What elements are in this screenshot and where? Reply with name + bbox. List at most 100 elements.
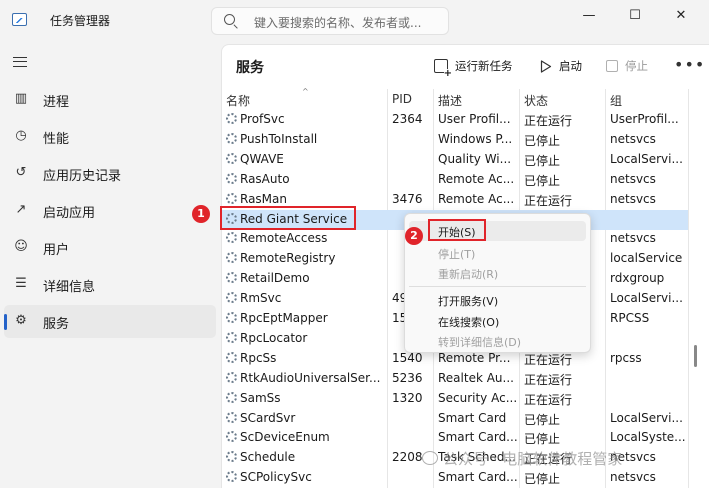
highlight-box-service bbox=[220, 206, 356, 230]
group-cell: RPCSS bbox=[610, 311, 650, 325]
service-gear-icon bbox=[226, 152, 237, 164]
group-cell: rdxgroup bbox=[610, 271, 665, 286]
service-name-cell: QWAVE bbox=[226, 152, 386, 166]
service-gear-icon bbox=[226, 312, 237, 323]
service-name-cell: RasAuto bbox=[226, 172, 386, 186]
search-input[interactable]: 键入要搜索的名称、发布者或... bbox=[254, 14, 444, 31]
sort-ascending-icon: ^ bbox=[302, 87, 309, 96]
service-gear-icon bbox=[226, 411, 237, 423]
service-name: ScDeviceEnum bbox=[240, 430, 330, 445]
service-gear-icon bbox=[226, 113, 237, 124]
status-cell: 正在运行 bbox=[524, 372, 573, 387]
service-name-cell: RpcLocator bbox=[226, 331, 386, 345]
service-name-cell: RemoteRegistry bbox=[226, 251, 386, 265]
service-name: ProfSvc bbox=[240, 112, 285, 126]
description-cell: Remote Ac... bbox=[438, 191, 515, 206]
service-gear-icon bbox=[226, 451, 237, 463]
watermark-text: 公众号 · 电脑软件教程管家 bbox=[443, 450, 623, 468]
sidebar-item-label: 性能 bbox=[43, 132, 70, 147]
maximize-button[interactable]: ☐ bbox=[612, 0, 658, 30]
sidebar-item-details[interactable]: ☰ 详细信息 bbox=[4, 268, 216, 301]
group-cell: LocalSyste... bbox=[610, 430, 686, 445]
service-name: PushToInstall bbox=[240, 131, 318, 146]
service-name-cell: ScDeviceEnum bbox=[226, 430, 386, 444]
table-row[interactable]: RtkAudioUniversalSer... 5236 Realtek Au...… bbox=[222, 369, 688, 389]
table-row[interactable]: QWAVE Quality Wi... 已停止 LocalServi... bbox=[222, 150, 688, 170]
service-name: RemoteRegistry bbox=[240, 251, 336, 266]
sidebar-item-processes[interactable]: ▥ 进程 bbox=[4, 83, 216, 116]
startup-apps-icon: ↗ bbox=[15, 202, 27, 217]
column-header-name[interactable]: 名称 bbox=[226, 92, 250, 109]
service-name-cell: RpcSs bbox=[226, 351, 386, 365]
table-row[interactable]: SCardSvr Smart Card 已停止 LocalServi... bbox=[222, 409, 688, 429]
group-cell: netsvcs bbox=[610, 191, 656, 206]
table-row[interactable]: RasAuto Remote Ac... 已停止 netsvcs bbox=[222, 170, 688, 190]
performance-icon: ◷ bbox=[15, 128, 27, 143]
service-name: RasAuto bbox=[240, 171, 290, 186]
start-button[interactable]: 启动 bbox=[540, 54, 582, 78]
sidebar-item-users[interactable]: ☺ 用户 bbox=[4, 231, 216, 264]
menu-item-label: 在线搜索(O) bbox=[438, 316, 500, 329]
table-row[interactable]: SCPolicySvc Smart Card... 已停止 netsvcs bbox=[222, 468, 688, 488]
stop-button[interactable]: 停止 bbox=[606, 54, 648, 78]
step-badge-2: 2 bbox=[405, 227, 423, 245]
service-gear-icon bbox=[226, 232, 237, 244]
column-header-status[interactable]: 状态 bbox=[524, 92, 548, 109]
status-cell: 已停止 bbox=[524, 472, 561, 487]
details-icon: ☰ bbox=[15, 276, 27, 291]
service-gear-icon bbox=[226, 272, 237, 284]
service-name-cell: ProfSvc bbox=[226, 112, 386, 126]
menu-item-restart[interactable]: 重新启动(R) bbox=[409, 263, 586, 283]
sidebar: ▥ 进程 ◷ 性能 ↺ 应用历史记录 ↗ 启动应用 ☺ 用户 ☰ 详细信息 ⚙ 服务 bbox=[0, 40, 220, 488]
table-row[interactable]: SamSs 1320 Security Ac... 正在运行 bbox=[222, 389, 688, 409]
more-options-icon[interactable]: ••• bbox=[674, 55, 705, 74]
menu-item-open-services[interactable]: 打开服务(V) bbox=[409, 290, 586, 310]
group-cell: LocalServi... bbox=[610, 410, 683, 425]
pid-cell: 1320 bbox=[392, 390, 423, 405]
column-header-pid[interactable]: PID bbox=[392, 92, 412, 106]
service-gear-icon bbox=[226, 252, 237, 264]
status-cell: 已停止 bbox=[524, 153, 561, 168]
service-gear-icon bbox=[226, 351, 237, 363]
start-label: 启动 bbox=[559, 59, 582, 73]
description-cell: Smart Card bbox=[438, 410, 507, 425]
column-divider[interactable] bbox=[688, 89, 689, 488]
hamburger-menu-icon[interactable] bbox=[13, 57, 27, 67]
sidebar-item-services[interactable]: ⚙ 服务 bbox=[4, 305, 216, 338]
table-row[interactable]: PushToInstall Windows P... 已停止 netsvcs bbox=[222, 130, 688, 150]
service-name: RpcLocator bbox=[240, 330, 308, 345]
status-cell: 正在运行 bbox=[524, 114, 573, 128]
vertical-scrollbar[interactable] bbox=[694, 345, 697, 367]
column-header-description[interactable]: 描述 bbox=[438, 92, 462, 109]
close-button[interactable]: ✕ bbox=[658, 0, 704, 30]
table-row[interactable]: ScDeviceEnum Smart Card... 已停止 LocalSyste..… bbox=[222, 428, 688, 448]
group-cell: LocalServi... bbox=[610, 151, 683, 166]
sidebar-item-label: 启动应用 bbox=[43, 206, 96, 221]
service-gear-icon bbox=[226, 431, 237, 443]
service-name-cell: SamSs bbox=[226, 391, 386, 405]
group-cell: netsvcs bbox=[610, 470, 656, 485]
minimize-button[interactable]: — bbox=[566, 0, 612, 30]
wechat-icon bbox=[422, 451, 438, 465]
menu-item-stop[interactable]: 停止(T) bbox=[409, 243, 586, 263]
search-box[interactable]: 键入要搜索的名称、发布者或... bbox=[211, 7, 449, 35]
column-header-group[interactable]: 组 bbox=[610, 92, 622, 109]
service-name-cell: RtkAudioUniversalSer... bbox=[226, 371, 386, 385]
service-name: RetailDemo bbox=[240, 271, 310, 286]
service-gear-icon bbox=[226, 331, 237, 343]
service-name: RpcEptMapper bbox=[240, 311, 328, 325]
service-gear-icon bbox=[226, 371, 237, 383]
group-cell: rpcss bbox=[610, 350, 642, 365]
menu-item-search-online[interactable]: 在线搜索(O) bbox=[409, 311, 586, 331]
sidebar-item-performance[interactable]: ◷ 性能 bbox=[4, 120, 216, 153]
group-cell: UserProfil... bbox=[610, 112, 679, 126]
table-row[interactable]: ProfSvc 2364 User Profil... 正在运行 UserProfil.… bbox=[222, 110, 688, 130]
service-name-cell: RemoteAccess bbox=[226, 231, 386, 245]
menu-item-go-to-details[interactable]: 转到详细信息(D) bbox=[409, 331, 586, 351]
status-cell: 正在运行 bbox=[524, 352, 573, 367]
sidebar-item-startup-apps[interactable]: ↗ 启动应用 bbox=[4, 194, 216, 227]
group-cell: localService bbox=[610, 251, 683, 266]
sidebar-item-app-history[interactable]: ↺ 应用历史记录 bbox=[4, 157, 216, 190]
group-cell: netsvcs bbox=[610, 131, 656, 146]
run-new-task-button[interactable]: 运行新任务 bbox=[434, 54, 513, 78]
